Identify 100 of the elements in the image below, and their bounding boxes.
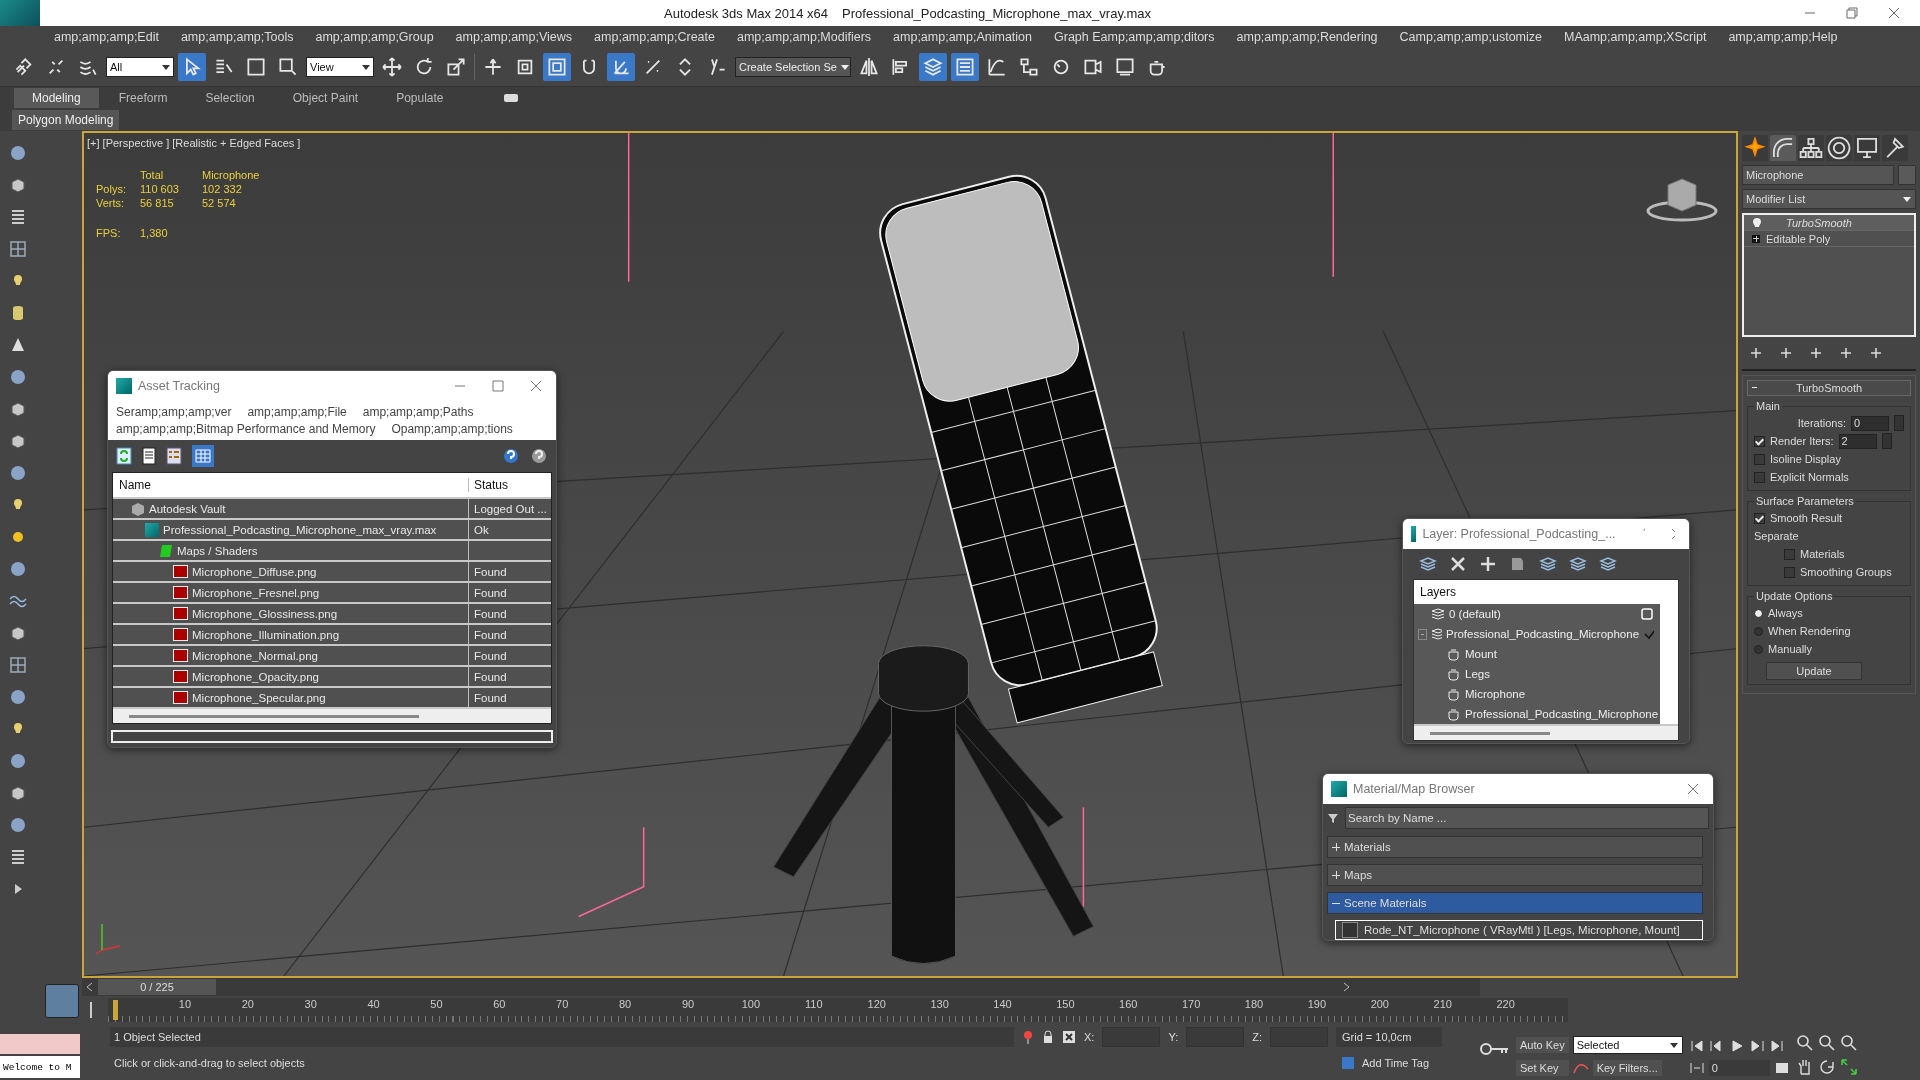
light-bulb-icon[interactable] [1752,216,1762,229]
radio-button[interactable] [1754,644,1763,654]
image-list-icon[interactable] [166,447,182,465]
asset-name[interactable]: Microphone_Illumination.png [192,628,340,641]
menu-item[interactable]: amp;amp;amp;Group [315,30,434,44]
scrollbar-thumb[interactable] [129,714,419,718]
ribbon-tab[interactable]: Freeform [100,88,186,108]
menu-item[interactable]: amp;amp;amp;Paths [362,405,474,419]
zoom-icon[interactable] [1795,1034,1814,1052]
menu-item[interactable]: amp;amp;amp;Help [1728,30,1838,44]
empty-square-icon[interactable] [1640,607,1654,621]
layers-select-icon[interactable] [1539,555,1557,573]
go-to-end-icon[interactable] [1768,1038,1785,1054]
column-header[interactable]: Name [113,478,468,492]
table-icon[interactable] [192,445,214,467]
ribbon-tab[interactable]: Object Paint [274,88,377,108]
asset-name[interactable]: Maps / Shaders [177,544,258,557]
menu-item[interactable]: Camp;amp;amp;ustomize [1399,30,1542,44]
arc-icon[interactable] [1770,135,1796,161]
frame-counter[interactable]: 0 / 225 [98,979,216,995]
set-key-button[interactable]: Set Key [1516,1060,1569,1076]
menu-item[interactable]: MAamp;amp;amp;XScript [1564,30,1707,44]
absolute-mode-icon[interactable] [1062,1030,1076,1044]
document-icon[interactable] [142,447,156,465]
checkbox[interactable] [1754,435,1765,447]
asset-name[interactable]: Microphone_Diffuse.png [192,565,317,578]
modifier-list-dropdown[interactable]: Modifier List [1742,189,1916,209]
key-mode-dropdown[interactable]: Selected [1572,1036,1683,1054]
layers-add-icon[interactable] [1419,555,1437,573]
maximize-icon[interactable] [492,380,504,392]
checkbox[interactable] [1754,471,1765,483]
search-field[interactable]: Search by Name ... [1345,807,1709,829]
asset-name[interactable]: Autodesk Vault [149,502,226,515]
menu-item[interactable]: amp;amp;amp;File [247,405,347,419]
timeline-track[interactable]: 10 20 30 40 50 60 70 80 90 100 110 120 130 140 150 160 170 180 190 200 210 220 [108,998,1569,1022]
table-icon[interactable] [951,53,979,81]
update-button[interactable]: Update [1766,662,1862,680]
cursor-icon[interactable] [178,53,206,81]
key-mode-icon[interactable] [1688,1060,1705,1076]
column-header[interactable]: Layers [1420,585,1457,599]
next-frame-icon[interactable] [1748,1038,1765,1054]
checkbox[interactable] [1784,566,1795,578]
time-config-icon[interactable] [1773,1060,1790,1076]
ribbon-tab[interactable]: Selection [187,88,273,108]
sphere-icon[interactable] [8,367,28,387]
menu-item[interactable]: amp;amp;amp;Tools [180,30,294,44]
hierarchy-icon[interactable] [1798,135,1824,161]
sphere-icon[interactable] [8,559,28,579]
plus-icon[interactable] [1752,234,1760,243]
target-icon[interactable] [1826,135,1852,161]
grid-icon[interactable] [8,239,28,259]
iterations-spinner[interactable]: 0 [1851,415,1889,431]
material-group-header[interactable]: Maps [1327,864,1703,886]
restore-icon[interactable] [1846,7,1858,19]
menu-item[interactable]: amp;amp;amp;Animation [893,30,1032,44]
orbit-icon[interactable] [1817,1058,1836,1076]
go-to-start-icon[interactable] [1688,1038,1705,1054]
refresh-icon[interactable] [116,447,132,465]
material-item[interactable]: Rode_NT_Microphone ( VRayMtl ) [Legs, Microphone, Mount] [1335,920,1703,940]
menu-item[interactable]: amp;amp;amp;Create [594,30,715,44]
layers-icon[interactable] [919,53,947,81]
collapse-icon[interactable] [1418,628,1428,640]
zoom-all-icon[interactable] [1817,1034,1836,1052]
next-icon[interactable] [1341,982,1351,992]
object-name-field[interactable]: Microphone [1742,165,1894,185]
hammer-icon[interactable] [1882,135,1908,161]
dropdown[interactable]: All [106,57,174,77]
maxscript-listener-field[interactable] [0,1034,80,1054]
sphere-icon[interactable] [8,751,28,771]
menu-item[interactable]: amp;amp;amp;Rendering [1236,30,1378,44]
key-filters-button[interactable]: Key Filters... [1592,1060,1662,1076]
sphere-icon[interactable] [8,687,28,707]
material-group-header[interactable]: Materials [1327,836,1703,858]
sphere-icon[interactable] [8,463,28,483]
perspective-viewport[interactable] [82,131,1738,978]
color-swatch[interactable] [1898,165,1916,185]
menu-item[interactable]: Graph Eamp;amp;amp;ditors [1054,30,1215,44]
radio-button[interactable] [1754,608,1763,618]
radio-button[interactable] [1754,626,1763,636]
sphere-icon[interactable] [8,815,28,835]
scrollbar-thumb[interactable] [1430,731,1550,735]
path-field[interactable] [111,730,553,743]
menu-item[interactable]: amp;amp;amp;Views [455,30,573,44]
asset-name[interactable]: Microphone_Specular.png [192,691,326,704]
dropdown[interactable]: View [306,57,374,77]
asset-name[interactable]: Microphone_Normal.png [192,649,318,662]
maximize-icon[interactable] [1839,1058,1858,1076]
star-burst-icon[interactable] [1742,135,1768,161]
asset-name[interactable]: Professional_Podcasting_Microphone_max_vray.max [163,523,437,536]
ribbon-options-icon[interactable] [503,94,518,102]
mini-curve-editor-icon[interactable] [45,984,79,1018]
ribbon-tab[interactable]: Populate [378,88,462,108]
key-icon[interactable] [1480,1042,1510,1056]
asset-name[interactable]: Microphone_Opacity.png [192,670,319,683]
menu-item[interactable]: Seramp;amp;amp;ver [116,405,232,419]
checkbox[interactable] [1754,453,1765,465]
checkbox[interactable] [1754,512,1765,524]
auto-key-button[interactable]: Auto Key [1516,1037,1569,1053]
field-of-view-icon[interactable] [1839,1034,1858,1052]
menu-item[interactable]: amp;amp;amp;Bitmap Performance and Memory [116,422,376,436]
